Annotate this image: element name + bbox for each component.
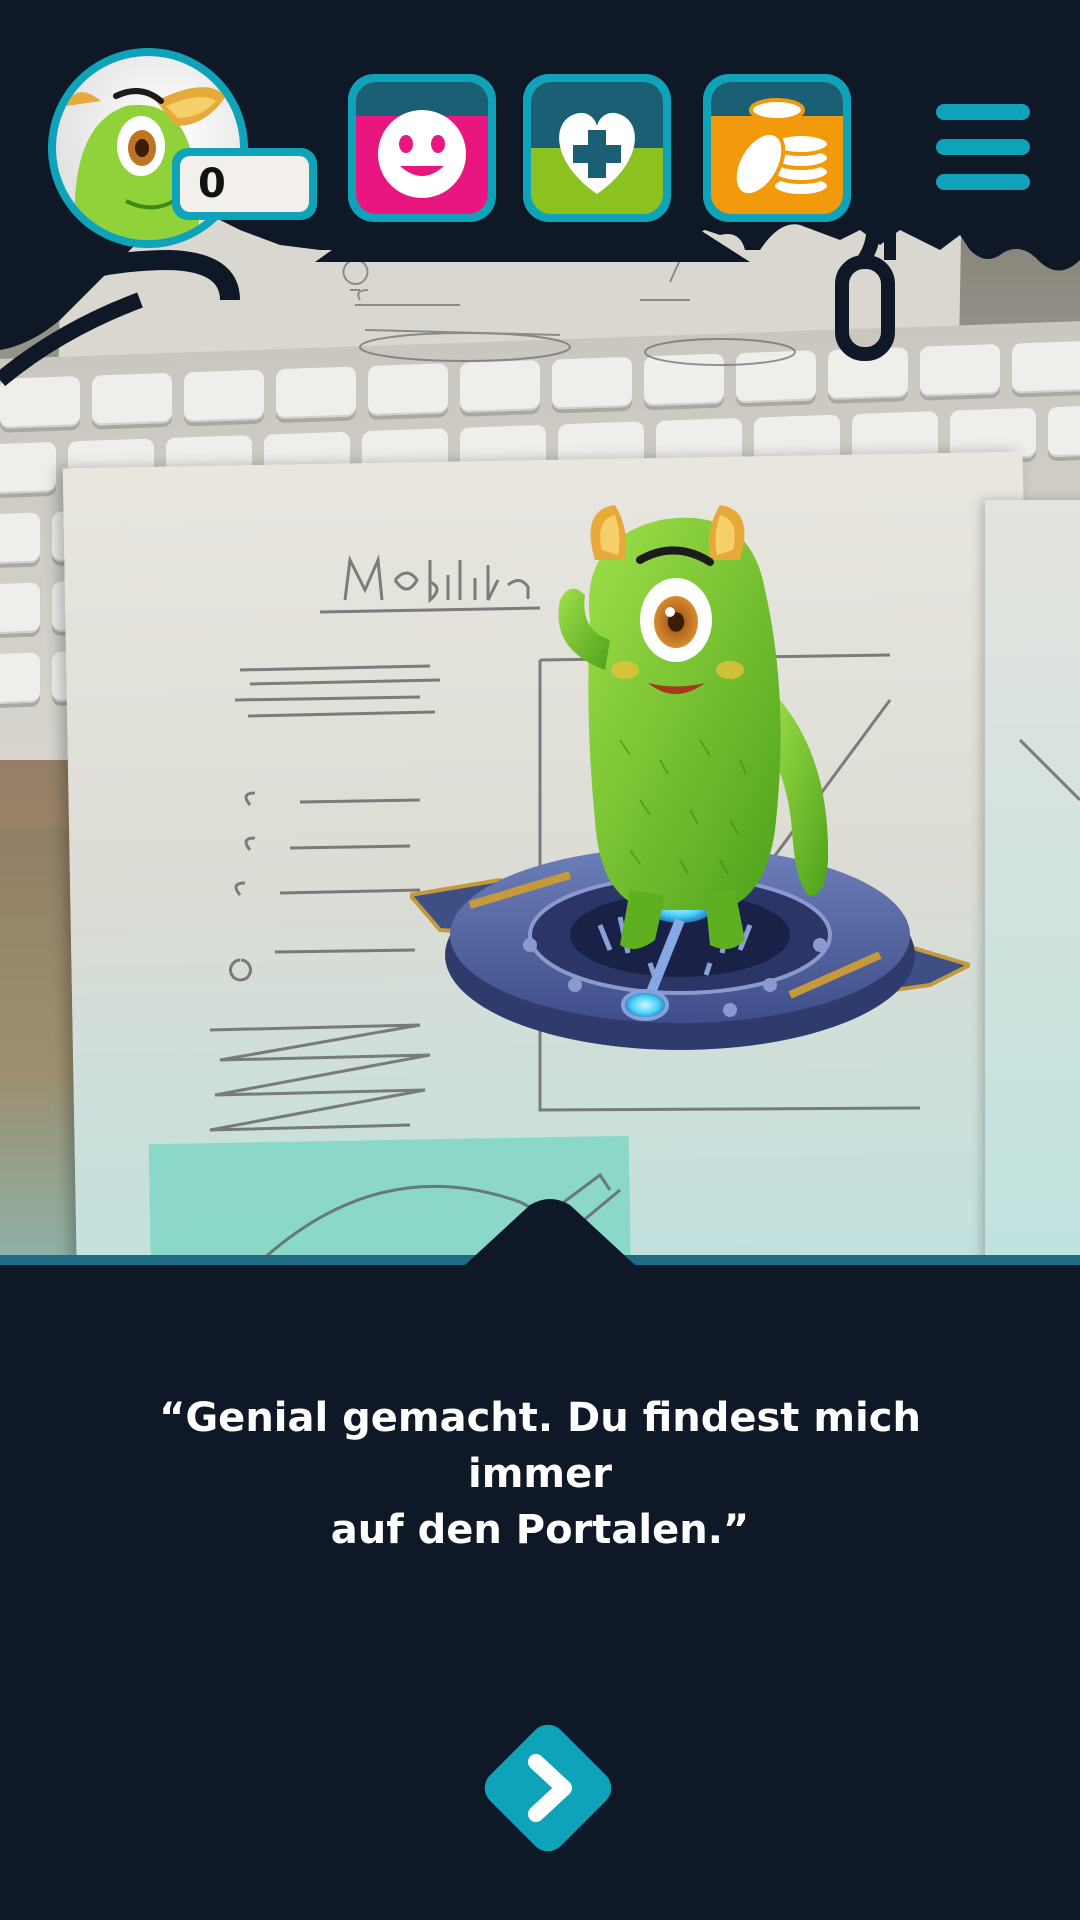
health-button-face [531, 82, 663, 214]
ar-screen: 0 “Genial gemacht. Du findest mich immer… [0, 0, 1080, 1920]
panel-notch [465, 1199, 635, 1265]
score-value: 0 [198, 161, 226, 207]
menu-bar-middle [936, 139, 1030, 155]
health-button[interactable] [523, 74, 671, 222]
coins-icon [711, 82, 843, 214]
menu-bar-top [936, 104, 1030, 120]
next-button[interactable] [476, 1716, 620, 1860]
heart-plus-icon [531, 82, 663, 214]
dialog-line-2: auf den Portalen.” [330, 1507, 750, 1553]
hamburger-menu-icon[interactable] [936, 104, 1030, 190]
mood-button-face [356, 82, 488, 214]
dialog-line-1: “Genial gemacht. Du findest mich immer [159, 1395, 921, 1497]
coins-button[interactable] [703, 74, 851, 222]
score-counter: 0 [172, 148, 317, 220]
coins-button-face [711, 82, 843, 214]
smiley-face-icon [356, 82, 488, 214]
score-field: 0 [180, 156, 309, 212]
monster-character [558, 505, 829, 949]
chevron-right-icon [484, 1724, 612, 1852]
menu-bar-bottom [936, 174, 1030, 190]
mood-button[interactable] [348, 74, 496, 222]
dialog-text: “Genial gemacht. Du findest mich immer a… [110, 1390, 970, 1558]
